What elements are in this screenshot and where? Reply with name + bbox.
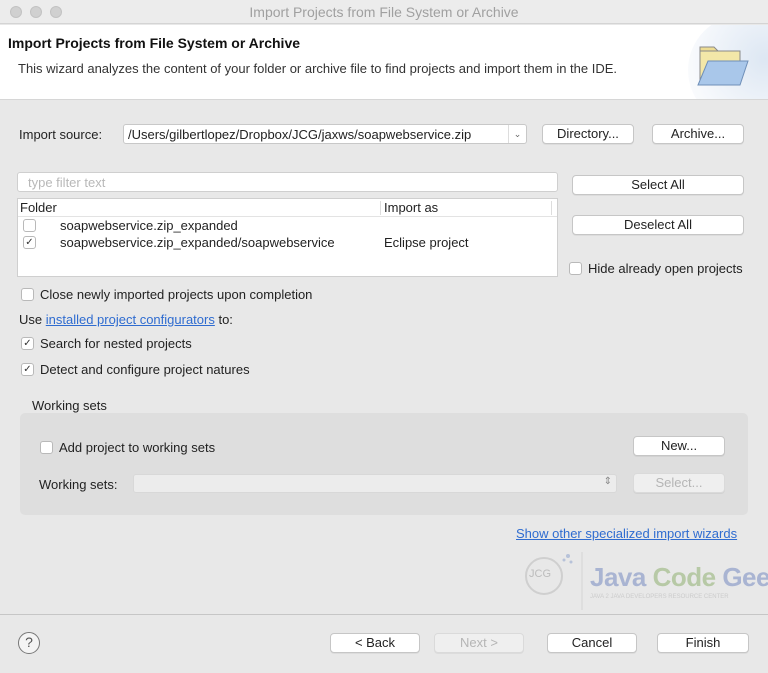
folder-icon (697, 46, 749, 86)
column-divider[interactable] (380, 201, 381, 215)
directory-button[interactable]: Directory... (542, 124, 634, 144)
new-working-set-button[interactable]: New... (633, 436, 725, 456)
cancel-button[interactable]: Cancel (547, 633, 637, 653)
close-newly-label[interactable]: Close newly imported projects upon compl… (40, 287, 312, 302)
configurators-prefix: Use (19, 312, 43, 327)
column-folder[interactable]: Folder (20, 200, 57, 215)
import-source-label: Import source: (19, 127, 103, 142)
search-nested-label[interactable]: Search for nested projects (40, 336, 192, 351)
window-title: Import Projects from File System or Arch… (249, 4, 519, 20)
projects-table: Folder Import as soapwebservice.zip_expa… (17, 198, 558, 277)
hide-open-checkbox[interactable] (569, 262, 582, 275)
updown-chevron-icon: ⇕ (603, 476, 612, 487)
wizard-header: Import Projects from File System or Arch… (0, 25, 768, 100)
table-header: Folder Import as (18, 199, 557, 217)
close-newly-checkbox[interactable] (21, 288, 34, 301)
archive-button[interactable]: Archive... (652, 124, 744, 144)
working-sets-combo-label: Working sets: (39, 477, 118, 492)
detect-natures-checkbox[interactable]: ✓ (21, 363, 34, 376)
chevron-down-icon[interactable]: ⌄ (508, 125, 526, 143)
row-import-as: Eclipse project (384, 235, 469, 250)
row-folder: soapwebservice.zip_expanded (60, 218, 238, 233)
help-icon[interactable]: ? (18, 632, 40, 654)
import-source-value: /Users/gilbertlopez/Dropbox/JCG/jaxws/so… (128, 127, 472, 142)
specialized-wizards-link[interactable]: Show other specialized import wizards (516, 526, 737, 541)
jcg-title: Java Code Geeks (590, 562, 768, 593)
jcg-title-geeks: Geeks (722, 562, 768, 592)
jcg-subtitle: JAVA 2 JAVA DEVELOPERS RESOURCE CENTER (590, 594, 729, 600)
search-nested-checkbox[interactable]: ✓ (21, 337, 34, 350)
jcg-title-java: Java (590, 562, 646, 592)
add-working-sets-checkbox[interactable] (40, 441, 53, 454)
filter-input-box[interactable] (17, 172, 558, 192)
working-sets-group (20, 413, 748, 515)
select-working-sets-button: Select... (633, 473, 725, 493)
working-sets-group-label: Working sets (32, 398, 107, 413)
title-bar: Import Projects from File System or Arch… (0, 0, 768, 24)
finish-button[interactable]: Finish (657, 633, 749, 653)
jcg-mark: JCG (529, 568, 551, 580)
import-source-combo[interactable]: /Users/gilbertlopez/Dropbox/JCG/jaxws/so… (123, 124, 527, 144)
row-checkbox[interactable]: ✓ (23, 236, 36, 249)
hide-open-label[interactable]: Hide already open projects (588, 261, 743, 276)
table-row[interactable]: soapwebservice.zip_expanded (18, 218, 557, 235)
jcg-title-code: Code (652, 562, 717, 592)
add-working-sets-label[interactable]: Add project to working sets (59, 440, 215, 455)
row-folder: soapwebservice.zip_expanded/soapwebservi… (60, 235, 335, 250)
configurators-line: Use installed project configurators to: (19, 312, 233, 327)
deselect-all-button[interactable]: Deselect All (572, 215, 744, 235)
table-row[interactable]: ✓ soapwebservice.zip_expanded/soapwebser… (18, 235, 557, 252)
column-divider[interactable] (551, 201, 552, 215)
wizard-description: This wizard analyzes the content of your… (18, 61, 618, 76)
wizard-title: Import Projects from File System or Arch… (8, 35, 301, 51)
filter-input[interactable] (18, 173, 557, 191)
next-button: Next > (434, 633, 524, 653)
jcg-watermark: JCG Java Code Geeks JAVA 2 JAVA DEVELOPE… (516, 548, 768, 610)
configurators-suffix: to: (218, 312, 233, 327)
back-button[interactable]: < Back (330, 633, 420, 653)
select-all-button[interactable]: Select All (572, 175, 744, 195)
footer-separator (0, 614, 768, 615)
working-sets-combo[interactable]: ⇕ (133, 474, 617, 493)
detect-natures-label[interactable]: Detect and configure project natures (40, 362, 250, 377)
row-checkbox[interactable] (23, 219, 36, 232)
installed-configurators-link[interactable]: installed project configurators (46, 312, 215, 327)
column-import-as[interactable]: Import as (384, 200, 438, 215)
